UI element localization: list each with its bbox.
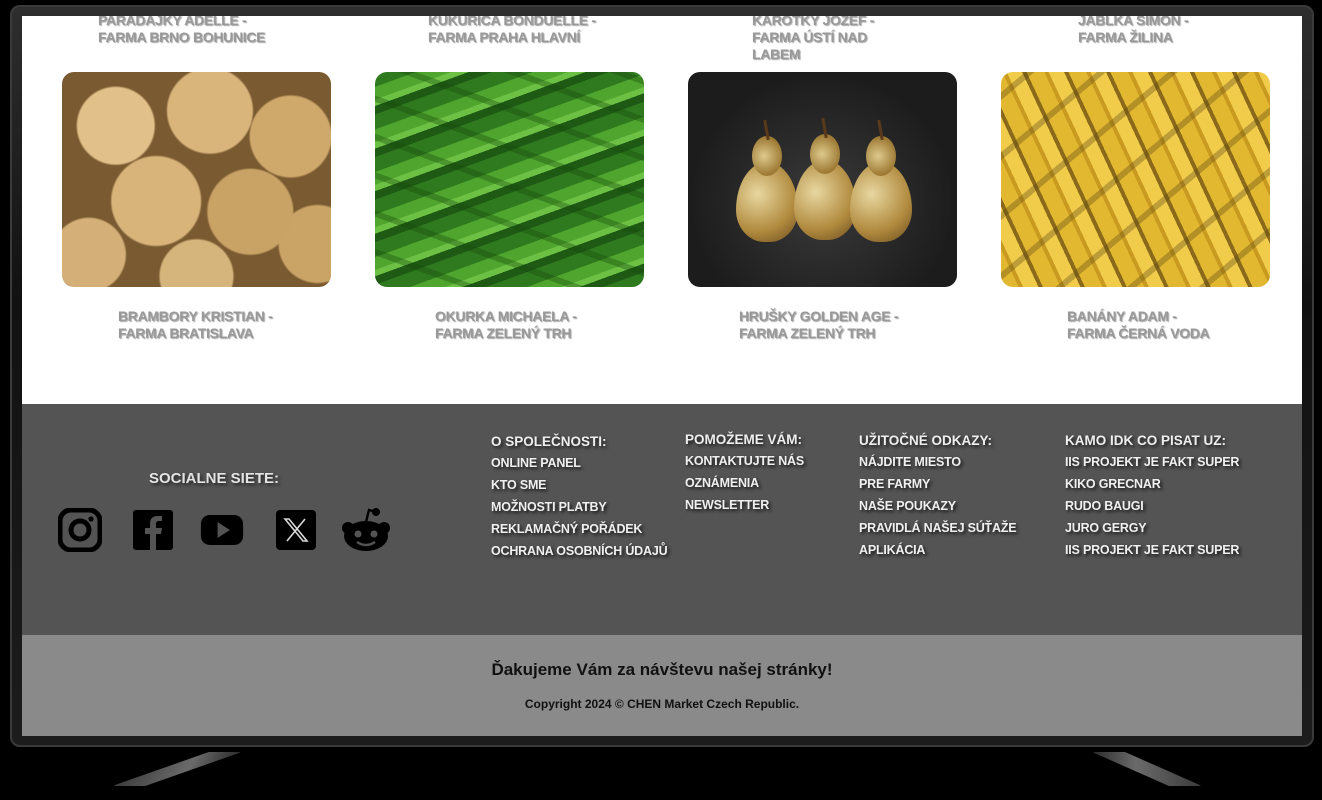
product-title-line: FARMA ZELENÝ TRH (435, 325, 572, 341)
footer-link[interactable]: OCHRANA OSOBNÍCH ÚDAJŮ (491, 544, 668, 559)
product-title-line: KUKURICA BONDUELLE - (428, 16, 596, 28)
product-title-line: LABEM (752, 46, 801, 62)
product-title-line: FARMA ZELENÝ TRH (739, 325, 876, 341)
footer-link[interactable]: OZNÁMENIA (685, 476, 804, 491)
product-title[interactable]: BRAMBORY KRISTIAN - FARMA BRATISLAVA (118, 308, 273, 342)
footer-column-misc: KAMO IDK CO PISAT UZ: IIS PROJEKT JE FAK… (1065, 433, 1239, 565)
tv-stand-right (1092, 752, 1202, 786)
footer-column-title: UŽITOČNÉ ODKAZY: (859, 433, 992, 448)
footer-link[interactable]: NEWSLETTER (685, 498, 804, 513)
footer-link[interactable]: IIS PROJEKT JE FAKT SUPER (1065, 455, 1239, 470)
footer-column-useful-links: UŽITOČNÉ ODKAZY: NÁJDITE MIESTO PRE FARM… (859, 433, 1017, 565)
footer-link[interactable]: NÁJDITE MIESTO (859, 455, 1016, 470)
footer-link[interactable]: IIS PROJEKT JE FAKT SUPER (1065, 543, 1239, 558)
product-title-line: KAROTKY JOZEF - (752, 16, 875, 28)
product-title-line: FARMA ÚSTÍ NAD (752, 29, 868, 45)
footer-link[interactable]: APLIKÁCIA (859, 543, 1016, 558)
product-image-cucumbers[interactable] (375, 72, 644, 287)
footer-link[interactable]: KONTAKTUJTE NÁS (685, 454, 804, 469)
product-title-line: BRAMBORY KRISTIAN - (118, 308, 273, 324)
footer-column-title: POMOŽEME VÁM: (685, 432, 802, 447)
footer-link[interactable]: PRAVIDLÁ NAŠEJ SÚŤAŽE (859, 521, 1017, 536)
product-title-line: FARMA ČERNÁ VODA (1067, 325, 1210, 341)
pear-shape (794, 134, 856, 240)
thank-you-message: Ďakujeme Vám za návštevu našej stránky! (491, 660, 833, 679)
product-title[interactable]: PARADAJKY ADELLE - FARMA BRNO BOHUNICE (98, 16, 266, 46)
product-title-line: FARMA BRNO BOHUNICE (98, 29, 266, 45)
facebook-icon[interactable] (131, 508, 175, 552)
product-title-line: HRUŠKY GOLDEN AGE - (739, 308, 899, 324)
product-title[interactable]: KAROTKY JOZEF - FARMA ÚSTÍ NAD LABEM (752, 16, 874, 63)
product-image-pears[interactable] (688, 72, 957, 287)
product-title-line: OKURKA MICHAELA - (435, 308, 577, 324)
site-footer: SOCIALNE SIETE: O SPOLEČNOSTI: ONLINE PA… (22, 404, 1302, 635)
product-title-line: FARMA BRATISLAVA (118, 325, 254, 341)
footer-link[interactable]: PRE FARMY (859, 477, 1016, 492)
bottom-bar: Ďakujeme Vám za návštevu našej stránky! … (22, 635, 1302, 736)
product-title-line: PARADAJKY ADELLE - (98, 16, 247, 28)
footer-link[interactable]: NAŠE POUKAZY (859, 499, 1016, 514)
product-title[interactable]: OKURKA MICHAELA - FARMA ZELENÝ TRH (435, 308, 577, 342)
footer-link[interactable]: REKLAMAČNÝ POŘÁDEK (491, 522, 667, 537)
footer-link[interactable]: MOŽNOSTI PLATBY (491, 500, 667, 515)
product-title[interactable]: KUKURICA BONDUELLE - FARMA PRAHA HLAVNÍ (428, 16, 596, 46)
product-title-line: FARMA ŽILINA (1078, 29, 1173, 45)
footer-column-title: O SPOLEČNOSTI: (491, 434, 607, 449)
product-image-bananas[interactable] (1001, 72, 1270, 287)
product-title-line: JABLKA SIMON - (1078, 16, 1189, 28)
footer-link[interactable]: KTO SME (491, 478, 667, 493)
copyright-notice: Copyright 2024 © CHEN Market Czech Repub… (524, 697, 800, 711)
social-title: SOCIALNE SIETE: (149, 470, 280, 487)
footer-column-company: O SPOLEČNOSTI: ONLINE PANEL KTO SME MOŽN… (491, 434, 668, 566)
youtube-icon[interactable] (200, 508, 244, 552)
product-title[interactable]: HRUŠKY GOLDEN AGE - FARMA ZELENÝ TRH (739, 308, 899, 342)
instagram-icon[interactable] (58, 508, 102, 552)
reddit-icon[interactable] (340, 506, 392, 554)
website-screen: PARADAJKY ADELLE - FARMA BRNO BOHUNICE K… (22, 16, 1302, 736)
product-title[interactable]: BANÁNY ADAM - FARMA ČERNÁ VODA (1067, 308, 1210, 342)
pear-shape (736, 136, 798, 242)
footer-link[interactable]: RUDO BAUGI (1065, 499, 1239, 514)
product-title-line: FARMA PRAHA HLAVNÍ (428, 29, 580, 45)
footer-link[interactable]: JURO GERGY (1065, 521, 1239, 536)
pear-shape (850, 136, 912, 242)
product-title[interactable]: JABLKA SIMON - FARMA ŽILINA (1078, 16, 1189, 46)
footer-column-title: KAMO IDK CO PISAT UZ: (1065, 433, 1226, 448)
product-image-potatoes[interactable] (62, 72, 331, 287)
tv-display: PARADAJKY ADELLE - FARMA BRNO BOHUNICE K… (0, 0, 1322, 800)
footer-link[interactable]: ONLINE PANEL (491, 456, 667, 471)
x-icon[interactable] (274, 508, 318, 552)
product-title-line: BANÁNY ADAM - (1067, 308, 1177, 324)
footer-link[interactable]: KIKO GRECNAR (1065, 477, 1239, 492)
footer-column-help: POMOŽEME VÁM: KONTAKTUJTE NÁS OZNÁMENIA … (685, 432, 804, 520)
tv-stand-left (112, 752, 242, 786)
